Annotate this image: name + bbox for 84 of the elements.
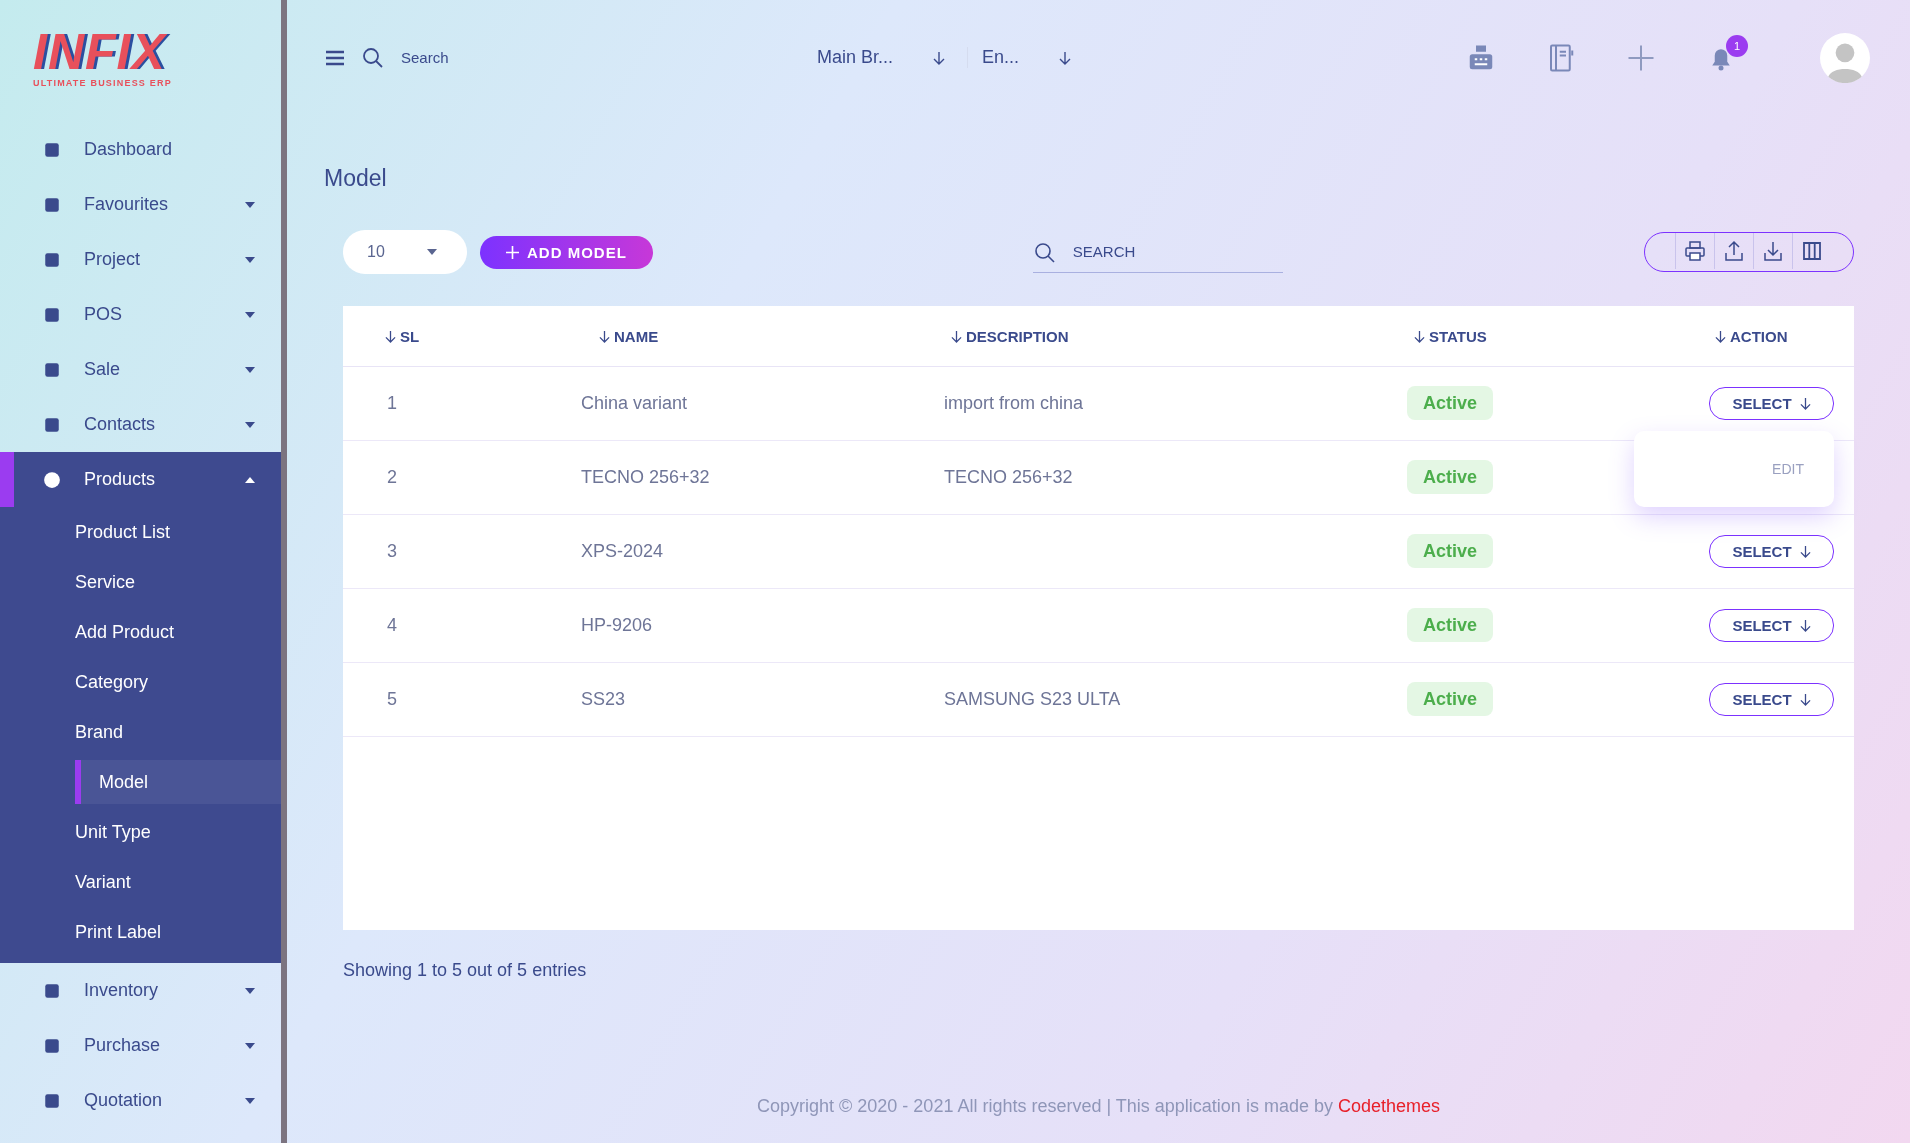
sidebar-item[interactable]: Products (0, 452, 281, 507)
status-badge: Active (1407, 460, 1494, 494)
table-cell-text: HP-9206 (581, 615, 654, 636)
sidebar-item[interactable]: Favourites (0, 177, 281, 232)
page-size-select[interactable]: 10 (343, 230, 467, 274)
submenu-item[interactable]: Variant (0, 857, 281, 907)
copyright-text: Copyright © 2020 - 2021 All rights reserved | This application is made by Codethemes (756, 1096, 1441, 1117)
sort-arrow-icon (385, 329, 396, 343)
sidebar-item[interactable]: Purchase (0, 1018, 281, 1073)
submenu-item[interactable]: Add Product (0, 607, 281, 657)
select-button[interactable]: SELECT (1709, 535, 1834, 568)
column-header[interactable]: NAME (614, 327, 659, 345)
sidebar-item[interactable]: POS (0, 287, 281, 342)
entries-info: Showing 1 to 5 out of 5 entries (343, 960, 588, 981)
search-field[interactable]: Search (399, 48, 773, 67)
logo-wordmark: INFIX (33, 30, 166, 74)
menu-item-icon (43, 250, 61, 269)
submenu-item[interactable]: Print Label (0, 907, 281, 957)
column-header[interactable]: DESCRIPTION (966, 327, 1069, 345)
status-badge: Active (1407, 608, 1494, 642)
plus-icon (506, 245, 519, 259)
submenu-item[interactable]: Unit Type (0, 807, 281, 857)
sort-arrow-icon (1715, 329, 1726, 343)
table-cell: SAMSUNG S23 ULTA (944, 689, 1121, 709)
sidebar-item[interactable]: Inventory (0, 963, 281, 1018)
search-icon (361, 45, 385, 70)
branch-dropdown[interactable]: Main Br... (817, 47, 969, 68)
arrow-down-icon (1799, 619, 1811, 632)
table-cell-text: China variant (581, 393, 689, 414)
column-header[interactable]: ACTION (1730, 327, 1788, 345)
search-icon (1032, 241, 1057, 265)
add-model-button[interactable]: ADD MODEL (480, 235, 653, 269)
codethemes-link[interactable]: Codethemes (1337, 1096, 1440, 1116)
notification-count: 1 (1726, 34, 1748, 57)
status-badge: Active (1407, 386, 1494, 420)
menu-item-icon (43, 470, 61, 489)
sort-arrow-icon (1414, 329, 1425, 343)
column-header[interactable]: STATUS (1429, 327, 1487, 345)
select-button[interactable]: SELECT (1709, 609, 1834, 642)
table-search-field[interactable]: SEARCH (1032, 231, 1283, 273)
menu-item-icon (43, 1091, 61, 1110)
language-dropdown[interactable]: En... (982, 47, 1094, 68)
sidebar-item[interactable]: Sale (0, 342, 281, 397)
table-cell-text: SS23 (581, 689, 627, 710)
arrow-down-icon (1799, 545, 1811, 558)
menu-item-icon (43, 140, 61, 159)
sidebar-item[interactable]: Quotation (0, 1073, 281, 1128)
table-cell: import from china (944, 393, 1084, 413)
menu-item-icon (43, 1036, 61, 1055)
arrow-down-icon (1799, 693, 1811, 706)
sidebar-item[interactable]: Dashboard (0, 122, 281, 177)
arrow-down-icon (1059, 50, 1072, 65)
caret-icon (427, 249, 437, 255)
menu-item-icon (43, 360, 61, 379)
sort-arrow-icon (599, 329, 610, 343)
table-cell-text: 5 (386, 689, 398, 710)
submenu-item[interactable]: Product List (0, 507, 281, 557)
submenu-item[interactable]: Model (75, 760, 281, 804)
column-header[interactable]: SL (400, 327, 420, 345)
sidebar-item[interactable]: Contacts (0, 397, 281, 452)
select-button[interactable]: SELECT (1709, 387, 1834, 420)
table-cell-text: XPS-2024 (581, 541, 665, 562)
menu-item-icon (43, 305, 61, 324)
table-cell-text: 3 (386, 541, 398, 562)
logo-tagline: ULTIMATE BUSINESS ERP (33, 78, 172, 88)
arrow-down-icon (933, 50, 946, 65)
arrow-down-icon (1799, 397, 1811, 410)
table-cell-text: 2 (386, 467, 398, 488)
table-cell: TECNO 256+32 (944, 467, 1073, 487)
status-badge: Active (1407, 682, 1494, 716)
sort-arrow-icon (951, 329, 962, 343)
submenu-item[interactable]: Service (0, 557, 281, 607)
submenu-item[interactable]: Brand (0, 707, 281, 757)
menu-item-icon (43, 195, 61, 214)
menu-item-icon (43, 415, 61, 434)
page-title: Model (324, 165, 388, 192)
status-badge: Active (1407, 534, 1494, 568)
sidebar-item[interactable]: Project (0, 232, 281, 287)
table-cell-text: 1 (386, 393, 398, 414)
table-cell-text: 4 (386, 615, 398, 636)
table-cell-text: TECNO 256+32 (581, 467, 711, 488)
menu-item-icon (43, 981, 61, 1000)
select-button[interactable]: SELECT (1709, 683, 1834, 716)
submenu-item[interactable]: Category (0, 657, 281, 707)
